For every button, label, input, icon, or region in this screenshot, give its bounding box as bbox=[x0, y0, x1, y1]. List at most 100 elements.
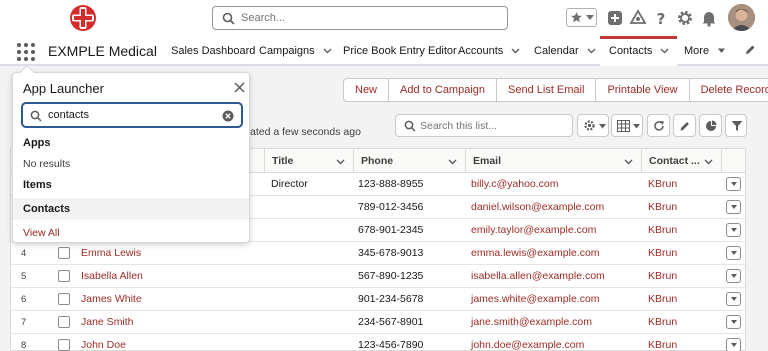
row-actions-menu-button[interactable] bbox=[726, 315, 741, 329]
help-icon[interactable]: ? bbox=[652, 9, 670, 27]
contact-owner-link[interactable]: KBrun bbox=[648, 270, 677, 282]
contact-email-link[interactable]: john.doe@example.com bbox=[471, 339, 584, 351]
row-actions-menu-button[interactable] bbox=[726, 269, 741, 283]
clear-search-icon[interactable] bbox=[222, 110, 234, 122]
chevron-down-icon[interactable] bbox=[717, 46, 726, 55]
chevron-down-icon[interactable] bbox=[624, 157, 633, 166]
contact-email-link[interactable]: emily.taylor@example.com bbox=[471, 224, 596, 236]
popover-caret bbox=[19, 64, 35, 80]
add-to-campaign-button[interactable]: Add to Campaign bbox=[389, 79, 498, 101]
row-select-checkbox[interactable] bbox=[58, 316, 70, 328]
chevron-down-icon[interactable] bbox=[336, 157, 345, 166]
column-header-email[interactable]: Email bbox=[465, 149, 641, 173]
contact-owner-link[interactable]: KBrun bbox=[648, 247, 677, 259]
contact-owner-link[interactable]: KBrun bbox=[648, 178, 677, 190]
nav-item-calendar[interactable]: Calendar bbox=[534, 45, 596, 57]
contact-email-link[interactable]: isabella.allen@example.com bbox=[471, 270, 605, 282]
close-icon[interactable] bbox=[234, 82, 245, 93]
chevron-down-icon[interactable] bbox=[323, 46, 332, 55]
search-this-list-input[interactable]: Search this list... bbox=[395, 114, 573, 137]
nav-item-price-book-entry-editor[interactable]: Price Book Entry Editor bbox=[343, 45, 457, 57]
column-header-phone[interactable]: Phone bbox=[353, 149, 465, 173]
chevron-down-icon[interactable] bbox=[660, 46, 669, 55]
nav-item-campaigns[interactable]: Campaigns bbox=[259, 45, 332, 57]
row-actions-menu-button[interactable] bbox=[726, 223, 741, 237]
global-actions-plus-icon[interactable] bbox=[606, 9, 624, 27]
contact-name-link[interactable]: Jane Smith bbox=[81, 316, 134, 328]
apps-section-heading: Apps bbox=[23, 137, 51, 149]
nav-item-accounts[interactable]: Accounts bbox=[458, 45, 520, 57]
row-select-checkbox[interactable] bbox=[58, 247, 70, 259]
contact-name-link[interactable]: Emma Lewis bbox=[81, 247, 141, 259]
global-search-input[interactable]: Search... bbox=[212, 6, 508, 30]
printable-view-button[interactable]: Printable View bbox=[596, 79, 690, 101]
list-search-placeholder: Search this list... bbox=[420, 120, 498, 132]
contact-email-link[interactable]: james.white@example.com bbox=[471, 293, 600, 305]
row-actions-menu-button[interactable] bbox=[726, 177, 741, 191]
contact-email-link[interactable]: daniel.wilson@example.com bbox=[471, 201, 604, 213]
contact-email-link[interactable]: emma.lewis@example.com bbox=[471, 247, 600, 259]
table-icon bbox=[617, 120, 630, 132]
favorites-button[interactable] bbox=[566, 8, 597, 27]
contact-name-link[interactable]: James White bbox=[81, 293, 142, 305]
charts-button[interactable] bbox=[699, 114, 722, 137]
contact-name-link[interactable]: Isabella Allen bbox=[81, 270, 143, 282]
column-header-contact-owner[interactable]: Contact ... bbox=[641, 149, 721, 173]
delete-record-button[interactable]: Delete Record bbox=[690, 79, 768, 101]
list-actions-button-group: New Add to Campaign Send List Email Prin… bbox=[343, 78, 768, 102]
chevron-down-icon[interactable] bbox=[704, 157, 713, 166]
contact-owner-link[interactable]: KBrun bbox=[648, 201, 677, 213]
svg-text:?: ? bbox=[657, 10, 666, 27]
medical-cross-logo-icon[interactable] bbox=[66, 3, 100, 33]
row-actions-menu-button[interactable] bbox=[726, 338, 741, 351]
new-button[interactable]: New bbox=[344, 79, 390, 101]
chevron-down-icon[interactable] bbox=[511, 46, 520, 55]
pencil-icon bbox=[680, 122, 689, 131]
list-view-controls-button[interactable] bbox=[577, 114, 609, 137]
launcher-item-contacts[interactable]: Contacts bbox=[13, 198, 249, 220]
edit-nav-pencil-icon[interactable] bbox=[744, 44, 756, 56]
row-actions-menu-button[interactable] bbox=[726, 292, 741, 306]
contact-name-link[interactable]: John Doe bbox=[81, 339, 126, 351]
refresh-button[interactable] bbox=[647, 114, 670, 137]
contact-owner-link[interactable]: KBrun bbox=[648, 316, 677, 328]
app-launcher-title: App Launcher bbox=[23, 81, 104, 96]
column-header-title[interactable]: Title bbox=[264, 149, 353, 173]
row-select-checkbox[interactable] bbox=[58, 339, 70, 351]
nav-item-sales-dashboard[interactable]: Sales Dashboard bbox=[171, 45, 255, 57]
app-launcher-waffle-icon[interactable] bbox=[17, 43, 35, 61]
app-launcher-search-input[interactable]: contacts bbox=[22, 103, 242, 127]
display-as-table-button[interactable] bbox=[611, 114, 643, 137]
list-updated-status: ated a few seconds ago bbox=[250, 126, 361, 138]
notifications-bell-icon[interactable] bbox=[700, 9, 718, 27]
contact-phone: 345-678-9013 bbox=[358, 247, 424, 259]
trailhead-icon[interactable] bbox=[629, 9, 647, 27]
nav-item-contacts[interactable]: Contacts bbox=[600, 36, 677, 66]
nav-item-label: More bbox=[684, 45, 710, 57]
chevron-down-icon bbox=[633, 124, 640, 129]
row-actions-menu-button[interactable] bbox=[726, 246, 741, 260]
contact-owner-link[interactable]: KBrun bbox=[648, 293, 677, 305]
contact-phone: 789-012-3456 bbox=[358, 201, 424, 213]
contact-owner-link[interactable]: KBrun bbox=[648, 339, 677, 351]
row-select-checkbox[interactable] bbox=[58, 293, 70, 305]
column-header-label: Email bbox=[473, 155, 502, 167]
chevron-down-icon[interactable] bbox=[587, 46, 596, 55]
contact-owner-link[interactable]: KBrun bbox=[648, 224, 677, 236]
filter-button[interactable] bbox=[725, 114, 747, 137]
contact-phone: 123-888-8955 bbox=[358, 178, 424, 190]
chevron-down-icon[interactable] bbox=[448, 157, 457, 166]
user-avatar[interactable] bbox=[728, 4, 755, 31]
send-list-email-button[interactable]: Send List Email bbox=[497, 79, 597, 101]
gear-icon[interactable] bbox=[676, 9, 694, 27]
chevron-down-icon bbox=[731, 205, 737, 209]
contact-email-link[interactable]: billy.c@yahoo.com bbox=[471, 178, 559, 190]
contact-email-link[interactable]: jane.smith@example.com bbox=[471, 316, 592, 328]
inline-edit-button[interactable] bbox=[673, 114, 696, 137]
row-number: 8 bbox=[21, 340, 27, 351]
row-actions-menu-button[interactable] bbox=[726, 200, 741, 214]
nav-item-more[interactable]: More bbox=[684, 45, 726, 57]
row-number: 4 bbox=[21, 248, 27, 259]
row-select-checkbox[interactable] bbox=[58, 270, 70, 282]
view-all-link[interactable]: View All bbox=[23, 227, 60, 239]
